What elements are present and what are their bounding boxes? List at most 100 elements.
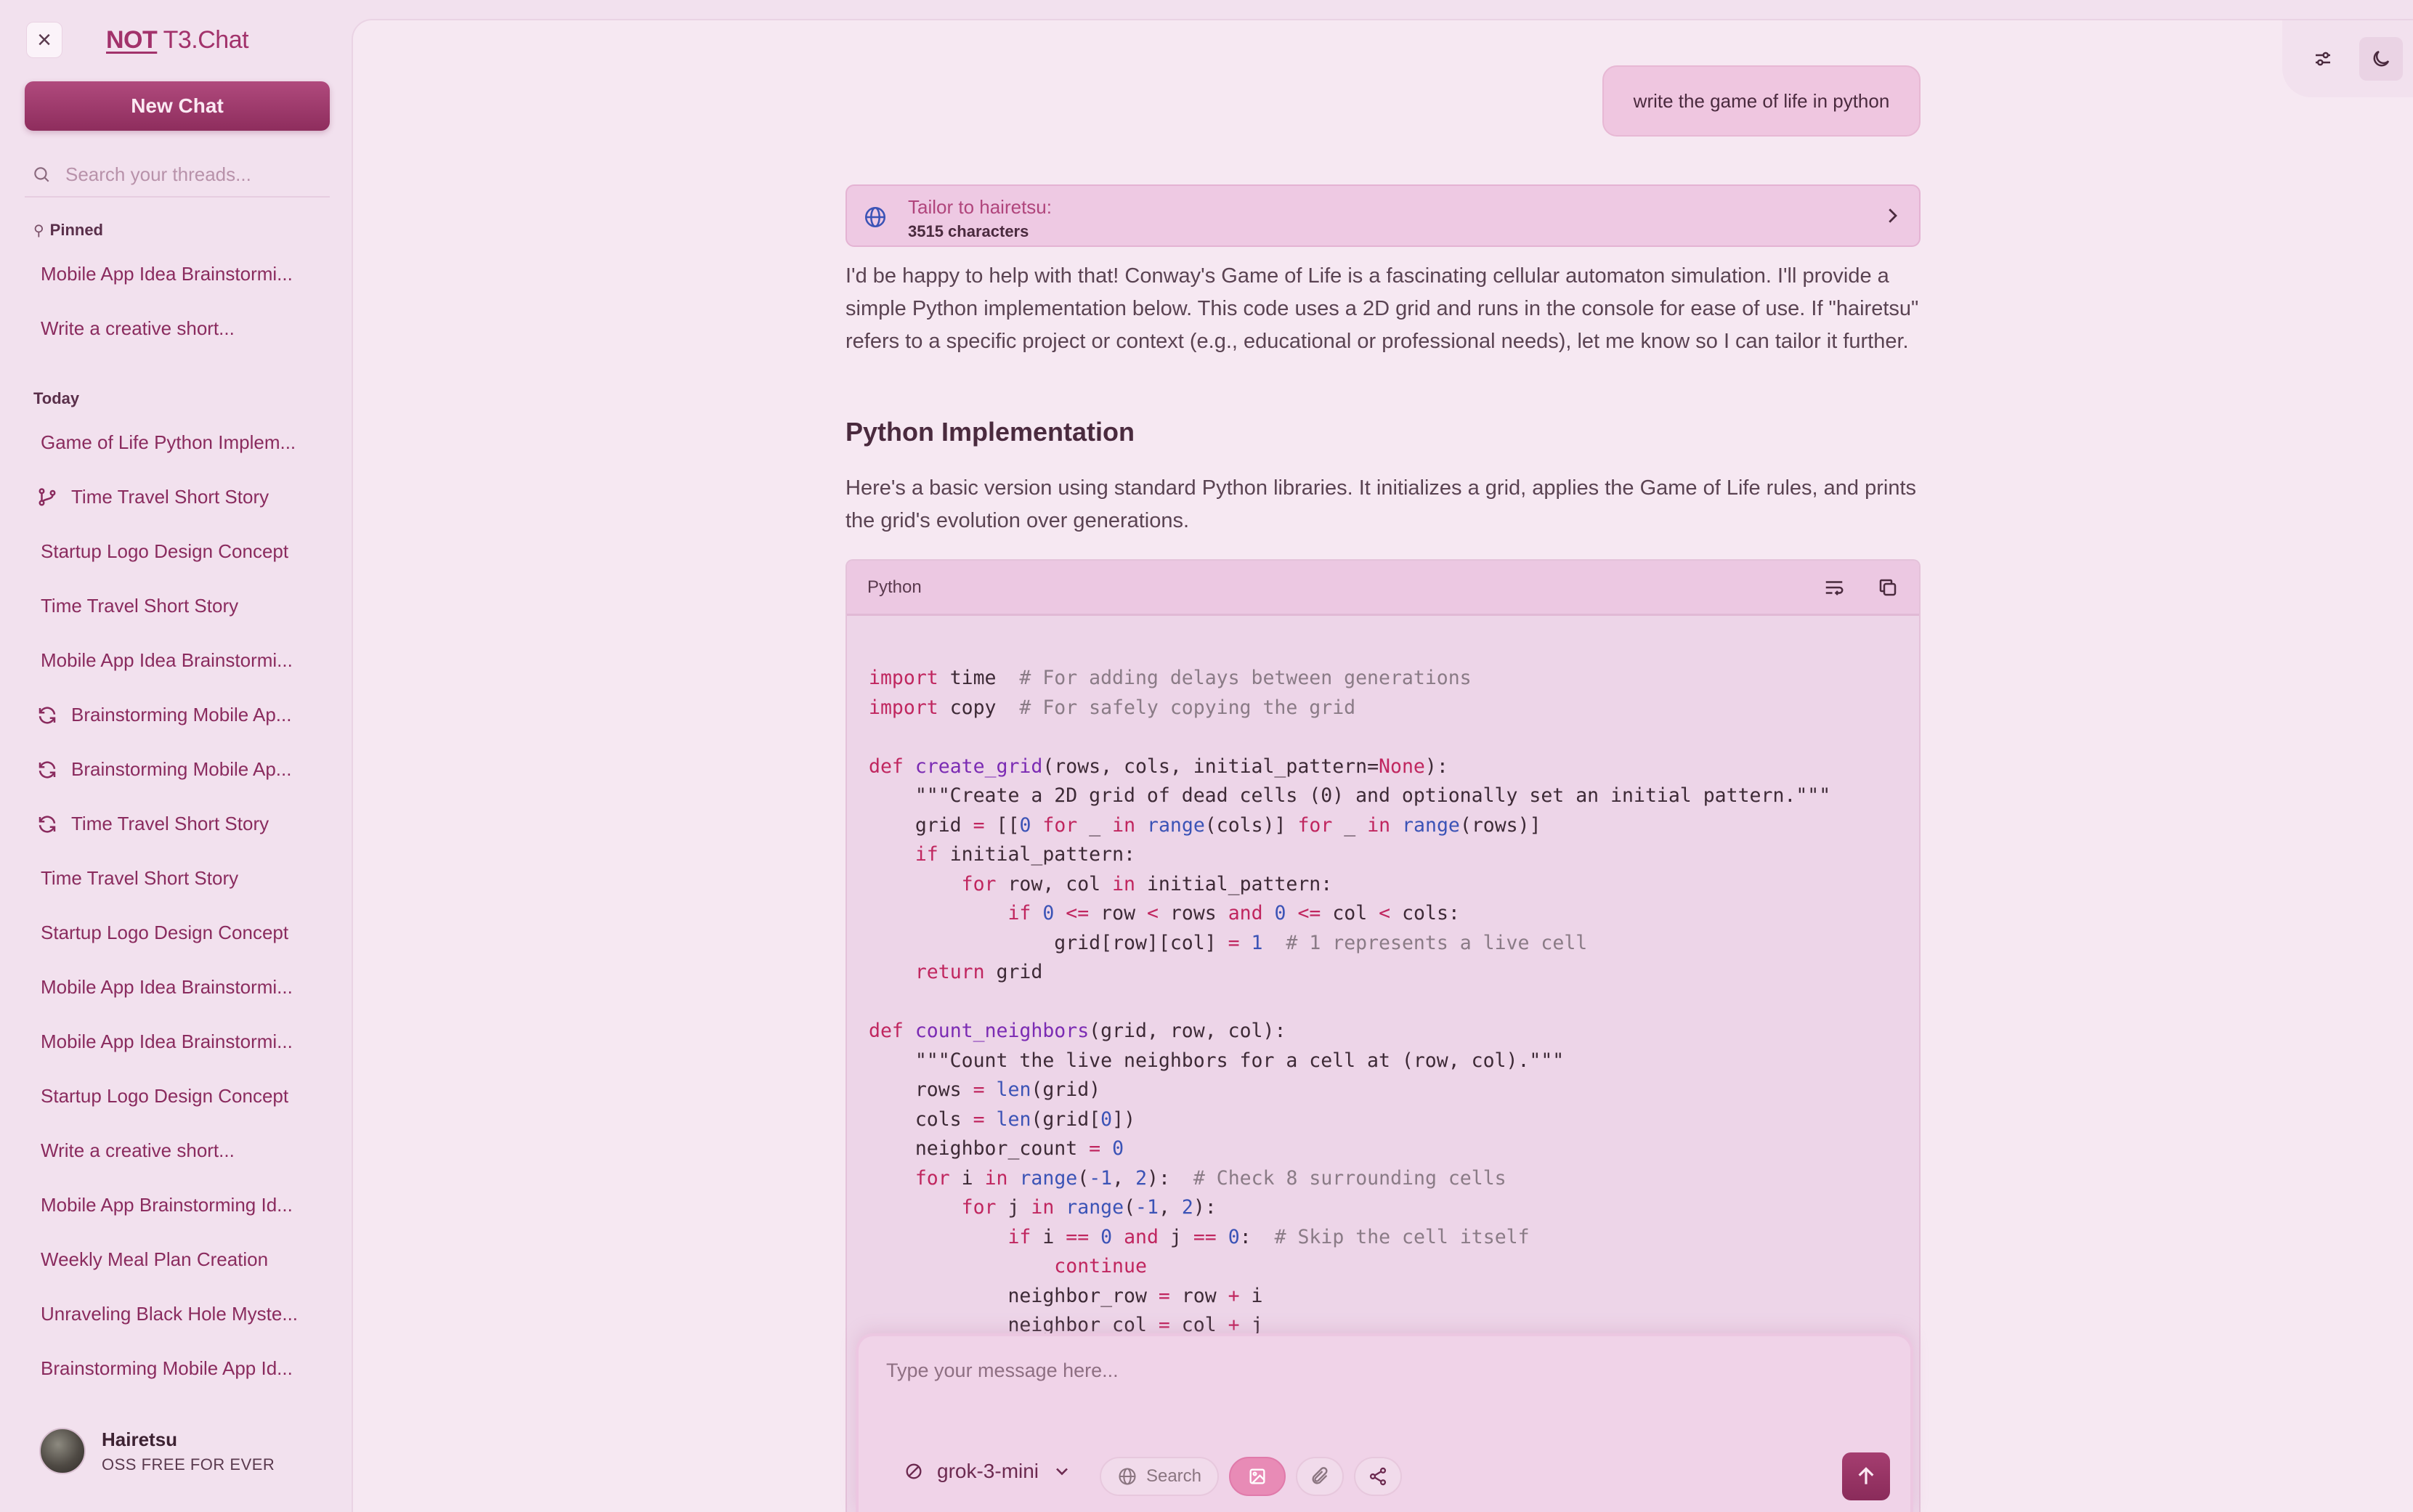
- thread-label: Write a creative short...: [41, 317, 235, 339]
- thread-label: Brainstorming Mobile Ap...: [71, 704, 292, 725]
- thread-item[interactable]: Game of Life Python Implem...: [41, 431, 317, 454]
- thread-item[interactable]: Unraveling Black Hole Myste...: [41, 1303, 317, 1325]
- globe-icon: [1119, 1468, 1136, 1485]
- today-label: Today: [33, 389, 80, 407]
- tailor-subtitle: 3515 characters: [908, 222, 1029, 240]
- thread-label: Mobile App Idea Brainstormi...: [41, 263, 293, 285]
- avatar: [39, 1428, 86, 1474]
- app-brand[interactable]: NOT T3.Chat: [106, 26, 249, 54]
- thread-label: Unraveling Black Hole Myste...: [41, 1303, 299, 1325]
- search-toggle-label: Search: [1145, 1466, 1202, 1486]
- chevron-down-icon: [1056, 1468, 1068, 1476]
- thread-label: Startup Logo Design Concept: [41, 922, 289, 943]
- branch-icon: [38, 487, 56, 506]
- wrap-text-icon[interactable]: [1823, 577, 1845, 598]
- user-profile[interactable]: Hairetsu OSS FREE FOR EVER: [39, 1428, 275, 1474]
- thread-label: Time Travel Short Story: [41, 867, 239, 889]
- sidebar: × NOT T3.Chat New Chat Search your threa…: [0, 0, 352, 1512]
- search-icon: [34, 167, 49, 182]
- copy-icon[interactable]: [1877, 577, 1899, 598]
- thread-label: Game of Life Python Implem...: [41, 431, 296, 453]
- paperclip-icon: [1312, 1467, 1328, 1484]
- send-button[interactable]: [1842, 1452, 1890, 1500]
- arrow-up-icon: [1858, 1467, 1874, 1484]
- thread-item[interactable]: Mobile App Brainstorming Id...: [41, 1194, 317, 1216]
- model-selector[interactable]: grok-3-mini: [904, 1460, 1072, 1483]
- thread-item[interactable]: Brainstorming Mobile Ap...: [36, 704, 312, 726]
- thread-label: Mobile App Idea Brainstormi...: [41, 649, 293, 671]
- moon-icon: [2373, 50, 2390, 67]
- thread-item[interactable]: Mobile App Idea Brainstormi...: [41, 649, 317, 672]
- brand-name: T3.Chat: [157, 26, 249, 54]
- pinned-section-label: ⚲ Pinned: [33, 221, 103, 240]
- sliders-icon: [2316, 52, 2330, 66]
- close-icon: ×: [37, 26, 52, 54]
- pinned-thread[interactable]: Write a creative short...: [41, 317, 317, 340]
- tailor-title: Tailor to hairetsu:: [908, 196, 1052, 218]
- message-input[interactable]: Type your message here...: [873, 1352, 1890, 1389]
- code-language: Python: [867, 577, 922, 597]
- refresh-icon: [38, 706, 56, 724]
- refresh-icon: [38, 815, 56, 833]
- thread-label: Time Travel Short Story: [71, 813, 269, 834]
- thread-label: Mobile App Brainstorming Id...: [41, 1194, 293, 1216]
- pin-icon: ⚲: [33, 222, 44, 239]
- thread-search[interactable]: Search your threads...: [25, 153, 330, 198]
- settings-button[interactable]: [2301, 37, 2345, 81]
- pinned-label: Pinned: [49, 221, 103, 239]
- thread-item[interactable]: Startup Logo Design Concept: [41, 922, 317, 944]
- code-content: import time # For adding delays between …: [869, 667, 1831, 1336]
- model-name: grok-3-mini: [937, 1460, 1039, 1482]
- user-message-bubble: write the game of life in python: [1602, 65, 1921, 137]
- thread-item[interactable]: Write a creative short...: [41, 1139, 317, 1162]
- thread-item[interactable]: Weekly Meal Plan Creation: [41, 1248, 317, 1271]
- model-icon: [906, 1463, 922, 1479]
- image-icon: [1249, 1468, 1265, 1484]
- message-composer: Type your message here... grok-3-mini Se…: [856, 1333, 1913, 1512]
- share-button[interactable]: [1354, 1457, 1402, 1496]
- thread-label: Brainstorming Mobile App Id...: [41, 1357, 293, 1379]
- globe-icon: [864, 206, 886, 228]
- thread-item[interactable]: Time Travel Short Story: [36, 486, 312, 508]
- image-toggle[interactable]: [1229, 1457, 1286, 1496]
- user-message-text: write the game of life in python: [1633, 89, 1890, 112]
- attach-button[interactable]: [1296, 1457, 1344, 1496]
- thread-item[interactable]: Mobile App Idea Brainstormi...: [41, 976, 317, 999]
- code-header: Python: [847, 561, 1919, 616]
- thread-item[interactable]: Time Travel Short Story: [41, 867, 317, 890]
- brand-prefix: NOT: [106, 26, 158, 54]
- new-chat-button[interactable]: New Chat: [25, 81, 330, 131]
- thread-label: Brainstorming Mobile Ap...: [71, 758, 292, 780]
- user-name: Hairetsu: [102, 1428, 178, 1450]
- user-plan: OSS FREE FOR EVER: [102, 1455, 275, 1474]
- share-icon: [1369, 1467, 1387, 1486]
- theme-toggle-button[interactable]: [2359, 37, 2403, 81]
- thread-item[interactable]: Time Travel Short Story: [36, 813, 312, 835]
- pinned-thread[interactable]: Mobile App Idea Brainstormi...: [41, 263, 317, 285]
- today-section-label: Today: [33, 389, 79, 408]
- thread-item[interactable]: Brainstorming Mobile Ap...: [36, 758, 312, 781]
- section-heading: Python Implementation: [845, 417, 1135, 447]
- thread-label: Time Travel Short Story: [71, 486, 269, 508]
- close-sidebar-button[interactable]: ×: [26, 22, 62, 58]
- thread-item[interactable]: Mobile App Idea Brainstormi...: [41, 1031, 317, 1053]
- thread-label: Startup Logo Design Concept: [41, 540, 289, 562]
- chevron-right-icon: [1889, 208, 1897, 223]
- tailor-card[interactable]: Tailor to hairetsu: 3515 characters: [845, 184, 1921, 247]
- thread-item[interactable]: Startup Logo Design Concept: [41, 540, 317, 563]
- assistant-intro: I'd be happy to help with that! Conway's…: [845, 264, 1919, 353]
- thread-label: Startup Logo Design Concept: [41, 1085, 289, 1107]
- thread-label: Write a creative short...: [41, 1139, 235, 1161]
- thread-item[interactable]: Startup Logo Design Concept: [41, 1085, 317, 1107]
- thread-label: Mobile App Idea Brainstormi...: [41, 1031, 293, 1052]
- thread-search-input[interactable]: Search your threads...: [65, 163, 251, 186]
- top-actions: [2282, 20, 2413, 97]
- thread-label: Weekly Meal Plan Creation: [41, 1248, 269, 1270]
- refresh-icon: [38, 760, 56, 779]
- assistant-paragraph: Here's a basic version using standard Py…: [845, 476, 1917, 532]
- thread-label: Mobile App Idea Brainstormi...: [41, 976, 293, 998]
- thread-label: Time Travel Short Story: [41, 595, 239, 617]
- search-toggle[interactable]: Search: [1100, 1457, 1219, 1496]
- thread-item[interactable]: Time Travel Short Story: [41, 595, 317, 617]
- thread-item[interactable]: Brainstorming Mobile App Id...: [41, 1357, 317, 1380]
